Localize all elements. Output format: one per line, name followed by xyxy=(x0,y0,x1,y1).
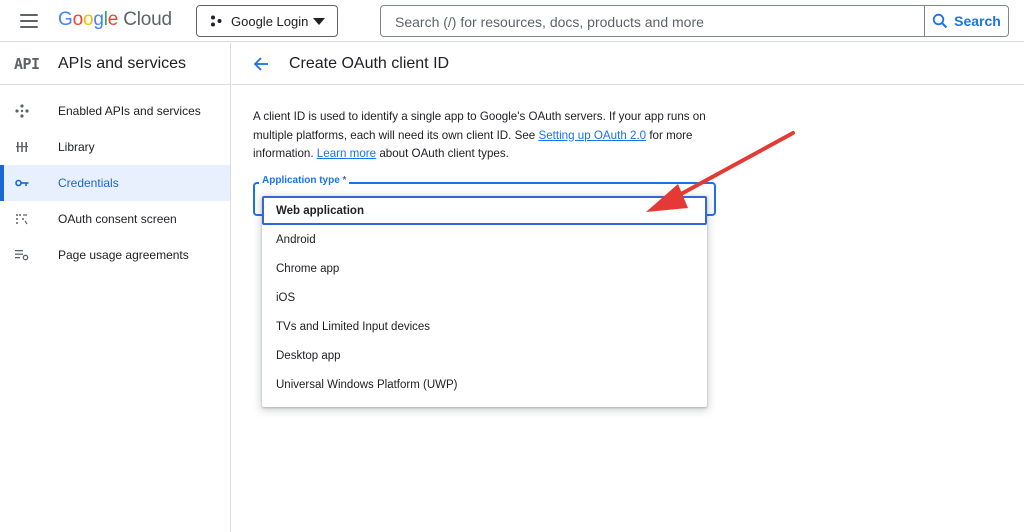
sidebar-item-page-usage[interactable]: Page usage agreements xyxy=(0,237,230,273)
api-badge-icon: API xyxy=(14,54,40,73)
search-bar[interactable]: Search (/) for resources, docs, products… xyxy=(380,5,1009,37)
project-name: Google Login xyxy=(231,13,309,29)
sidebar-item-label: OAuth consent screen xyxy=(58,212,177,226)
project-selector[interactable]: Google Login xyxy=(196,5,338,37)
annotation-arrow-icon xyxy=(646,131,795,212)
arrow-left-icon xyxy=(253,56,268,71)
sidebar-item-enabled-apis[interactable]: Enabled APIs and services xyxy=(0,93,230,129)
page-header: Create OAuth client ID xyxy=(232,43,1024,85)
page-title: Create OAuth client ID xyxy=(289,54,450,72)
key-icon xyxy=(0,178,58,188)
search-input[interactable]: Search (/) for resources, docs, products… xyxy=(395,14,704,30)
project-nodes-icon xyxy=(211,15,222,27)
application-type-label: Application type * xyxy=(259,175,350,186)
option-ios[interactable]: iOS xyxy=(262,283,707,312)
option-android[interactable]: Android xyxy=(262,225,707,254)
sidebar-item-library[interactable]: Library xyxy=(0,129,230,165)
back-button[interactable] xyxy=(232,56,289,71)
sidebar-item-label: Page usage agreements xyxy=(58,248,189,262)
learn-more-link[interactable]: Learn more xyxy=(317,147,376,160)
option-tvs-limited-input[interactable]: TVs and Limited Input devices xyxy=(262,312,707,341)
description-part: about OAuth client types. xyxy=(376,147,509,160)
sidebar-item-oauth-consent[interactable]: OAuth consent screen xyxy=(0,201,230,237)
google-cloud-logo[interactable]: Google Cloud xyxy=(58,9,172,31)
sidebar: API APIs and services Enabled APIs and s… xyxy=(0,43,231,532)
sidebar-item-label: Enabled APIs and services xyxy=(58,104,201,118)
caret-down-icon xyxy=(313,18,325,25)
sidebar-header: API APIs and services xyxy=(0,43,230,85)
sidebar-item-label: Credentials xyxy=(58,176,119,190)
menu-icon[interactable] xyxy=(20,14,38,28)
option-chrome-app[interactable]: Chrome app xyxy=(262,254,707,283)
setting-up-oauth-link[interactable]: Setting up OAuth 2.0 xyxy=(538,129,646,142)
sidebar-item-label: Library xyxy=(58,140,95,154)
top-bar: Google Cloud Google Login Search (/) for… xyxy=(0,0,1024,42)
consent-icon xyxy=(0,213,58,225)
option-desktop-app[interactable]: Desktop app xyxy=(262,341,707,370)
sidebar-title: APIs and services xyxy=(58,54,187,72)
settings-list-icon xyxy=(0,249,58,261)
diamond-nodes-icon xyxy=(0,104,58,118)
search-button-label: Search xyxy=(954,13,1001,29)
application-type-dropdown: Web application Android Chrome app iOS T… xyxy=(262,196,707,407)
library-icon xyxy=(0,141,58,153)
search-button[interactable]: Search xyxy=(924,6,1008,36)
option-uwp[interactable]: Universal Windows Platform (UWP) xyxy=(262,370,707,399)
search-icon xyxy=(932,13,948,29)
sidebar-item-credentials[interactable]: Credentials xyxy=(0,165,230,201)
